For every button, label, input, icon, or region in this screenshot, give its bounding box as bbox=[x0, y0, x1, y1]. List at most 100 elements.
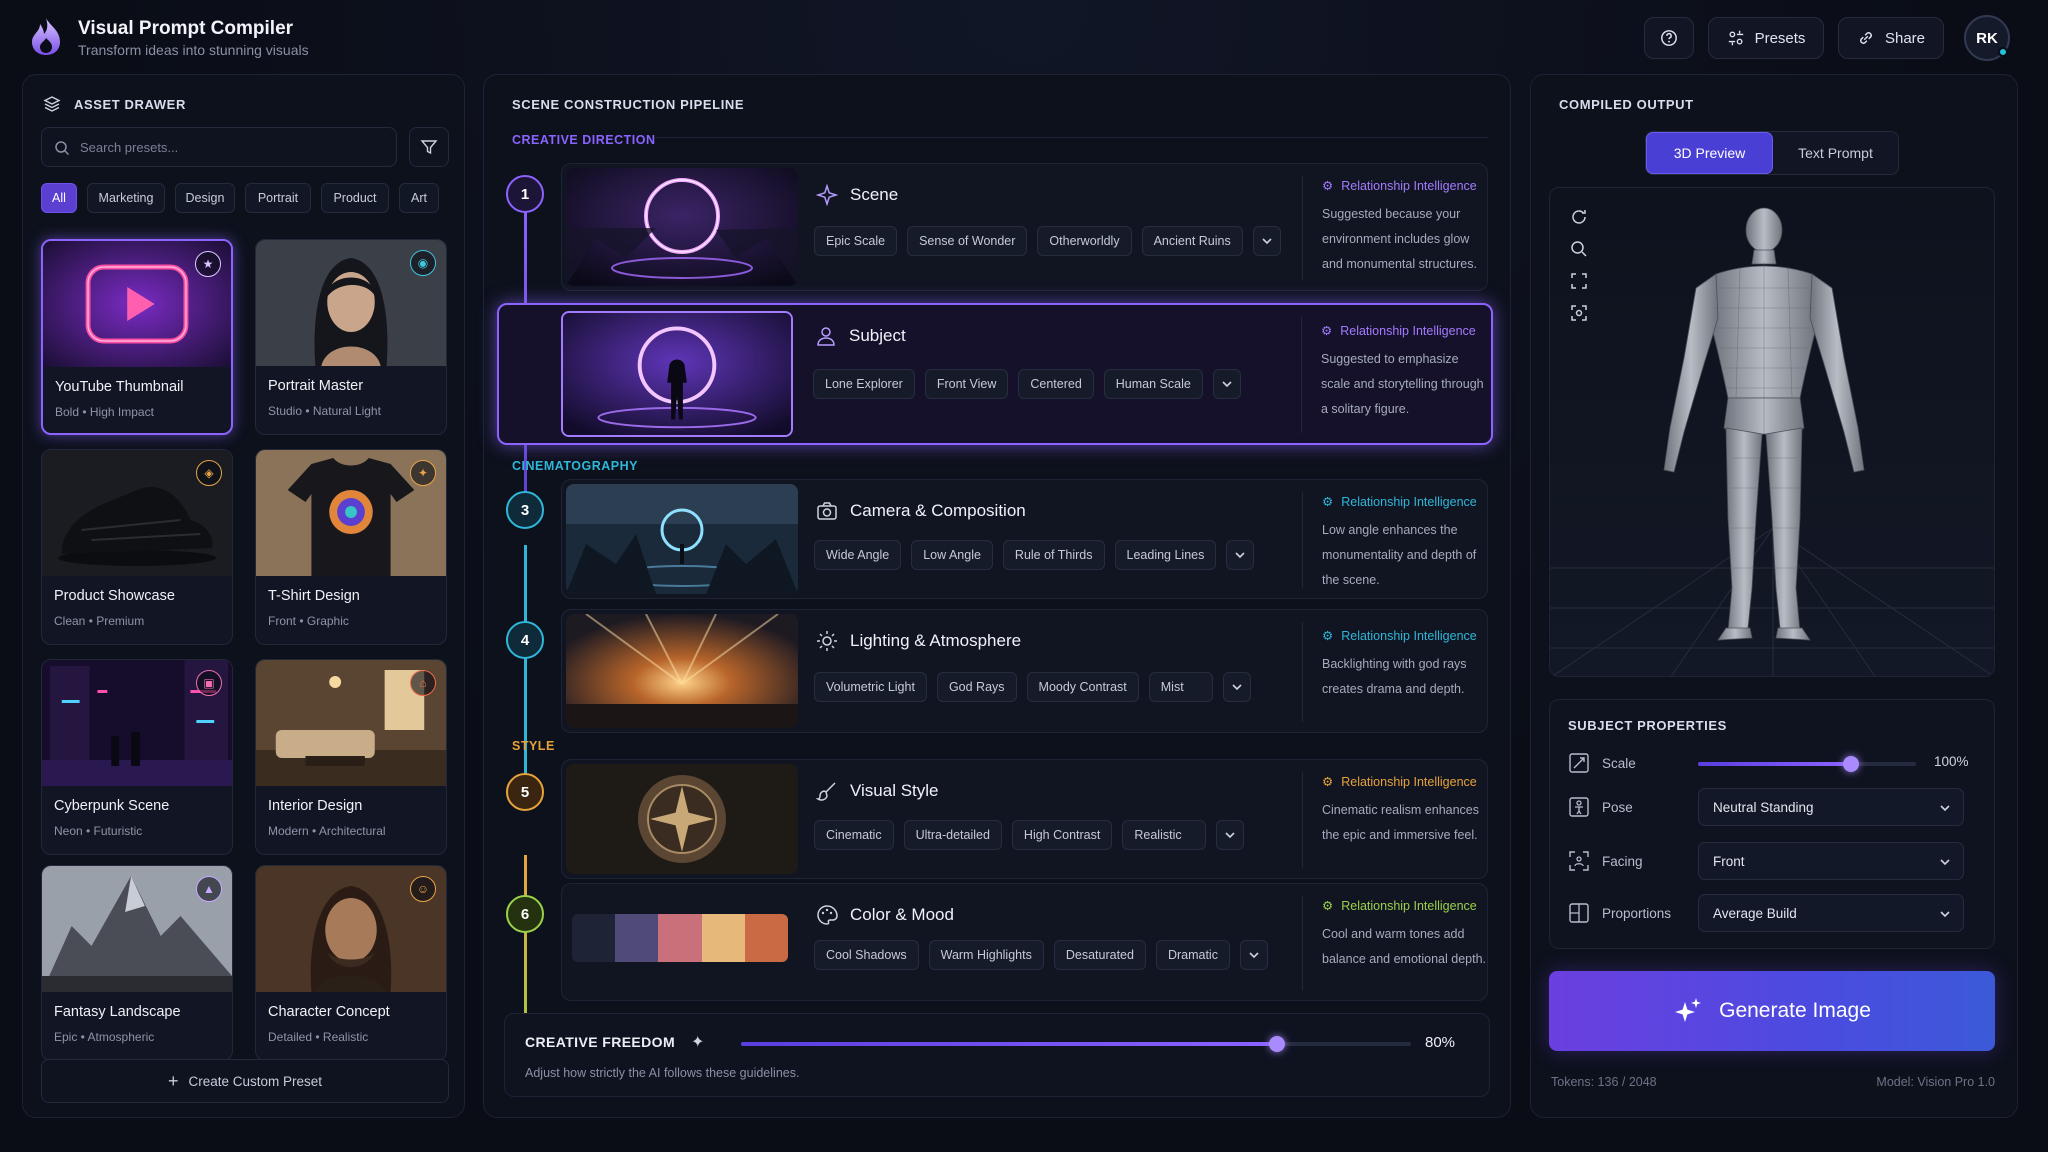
tag-chip[interactable]: High Contrast bbox=[1011, 820, 1113, 850]
preset-card-portrait-master[interactable]: ◉ Portrait Master Studio • Natural Light bbox=[255, 239, 447, 435]
preset-card-cyberpunk-scene[interactable]: ▣ Cyberpunk Scene Neon • Futuristic bbox=[41, 659, 233, 855]
tag-chip[interactable]: Volumetric Light bbox=[814, 672, 927, 702]
tag-chip[interactable]: Dramatic bbox=[1155, 940, 1230, 970]
mountain-icon: ▲ bbox=[196, 876, 222, 902]
filter-icon bbox=[420, 140, 438, 155]
tag-chip[interactable]: Front View bbox=[924, 369, 1009, 399]
tag-chip[interactable]: Ultra-detailed bbox=[903, 820, 1002, 850]
pipeline-step-subject[interactable]: Subject Lone Explorer Front View Centere… bbox=[497, 303, 1544, 445]
pipeline-step-visual-style[interactable]: Visual Style Cinematic Ultra-detailed Hi… bbox=[561, 759, 1545, 879]
relationship-divider bbox=[1301, 317, 1302, 433]
3d-preview-viewport[interactable] bbox=[1549, 187, 1995, 677]
section-divider bbox=[654, 137, 1488, 138]
tags-dropdown-button[interactable] bbox=[1226, 540, 1255, 570]
tag-chip[interactable]: Desaturated bbox=[1053, 940, 1146, 970]
fullscreen-icon[interactable] bbox=[1564, 266, 1594, 296]
slider-handle[interactable] bbox=[1269, 1036, 1285, 1052]
compiled-output-panel: COMPILED OUTPUT 3D Preview Text Prompt S… bbox=[1530, 74, 2018, 1118]
filter-chip-marketing[interactable]: Marketing bbox=[87, 183, 165, 213]
proportions-select[interactable]: Average Build bbox=[1698, 894, 1964, 932]
preset-tags: Neon • Futuristic bbox=[54, 824, 143, 838]
tag-chip[interactable]: Cinematic bbox=[814, 820, 894, 850]
tag-chip[interactable]: Sense of Wonder bbox=[907, 226, 1028, 256]
filter-chip-all[interactable]: All bbox=[41, 183, 77, 213]
preset-card-interior-design[interactable]: ⌂ Interior Design Modern • Architectural bbox=[255, 659, 447, 855]
preset-search-input[interactable]: Search presets... bbox=[41, 127, 397, 167]
create-custom-preset-button[interactable]: + Create Custom Preset bbox=[41, 1059, 449, 1103]
timeline-track-cinema bbox=[524, 545, 527, 801]
chevron-down-icon bbox=[1222, 381, 1232, 388]
app-subtitle: Transform ideas into stunning visuals bbox=[78, 42, 309, 58]
preset-tags: Bold • High Impact bbox=[55, 405, 154, 419]
layers-icon bbox=[43, 96, 61, 112]
filter-chip-product[interactable]: Product bbox=[321, 183, 389, 213]
tags-dropdown-button[interactable] bbox=[1239, 940, 1268, 970]
preset-card-fantasy-landscape[interactable]: ▲ Fantasy Landscape Epic • Atmospheric bbox=[41, 865, 233, 1061]
tag-chip[interactable]: Rule of Thirds bbox=[1002, 540, 1105, 570]
preset-card-character-concept[interactable]: ☺ Character Concept Detailed • Realistic bbox=[255, 865, 447, 1061]
camera-icon: ◉ bbox=[410, 250, 436, 276]
subject-properties-panel: SUBJECT PROPERTIES Scale 100% Pose Neutr… bbox=[1549, 699, 1995, 949]
share-label: Share bbox=[1884, 29, 1926, 47]
generate-image-button[interactable]: Generate Image bbox=[1549, 971, 1995, 1051]
presets-button[interactable]: Presets bbox=[1708, 17, 1824, 59]
tag-chip[interactable]: Realistic bbox=[1122, 820, 1207, 850]
tag-chip[interactable]: Epic Scale bbox=[814, 226, 898, 256]
preset-name: Interior Design bbox=[268, 798, 363, 814]
palette-swatch bbox=[658, 914, 702, 962]
share-button[interactable]: Share bbox=[1838, 17, 1944, 59]
tag-chip[interactable]: Moody Contrast bbox=[1026, 672, 1139, 702]
tags-dropdown-button[interactable] bbox=[1222, 672, 1251, 702]
preset-card-tshirt-design[interactable]: ✦ T-Shirt Design Front • Graphic bbox=[255, 449, 447, 645]
tag-chip[interactable]: Mist bbox=[1148, 672, 1213, 702]
filter-chip-art[interactable]: Art bbox=[399, 183, 439, 213]
user-avatar[interactable]: RK bbox=[1964, 15, 2010, 61]
relationship-divider bbox=[1302, 622, 1303, 722]
tab-3d-preview[interactable]: 3D Preview bbox=[1646, 132, 1773, 174]
focus-icon[interactable] bbox=[1564, 298, 1594, 328]
facing-select[interactable]: Front bbox=[1698, 842, 1964, 880]
preset-name: T-Shirt Design bbox=[268, 588, 360, 604]
facing-row: Facing bbox=[1568, 850, 1643, 872]
filter-chip-portrait[interactable]: Portrait bbox=[245, 183, 311, 213]
slider-handle[interactable] bbox=[1842, 756, 1859, 772]
pose-select[interactable]: Neutral Standing bbox=[1698, 788, 1964, 826]
filter-chip-design[interactable]: Design bbox=[175, 183, 235, 213]
tag-chip[interactable]: God Rays bbox=[936, 672, 1017, 702]
tag-chip[interactable]: Leading Lines bbox=[1114, 540, 1217, 570]
gear-icon: ⚙ bbox=[1322, 629, 1334, 643]
chevron-down-icon bbox=[1232, 684, 1242, 691]
creative-freedom-slider[interactable] bbox=[741, 1036, 1411, 1052]
scale-row: Scale bbox=[1568, 752, 1636, 774]
tags-dropdown-button[interactable] bbox=[1252, 226, 1281, 256]
zoom-icon[interactable] bbox=[1564, 234, 1594, 264]
pipeline-step-scene[interactable]: Scene Epic Scale Sense of Wonder Otherwo… bbox=[561, 163, 1545, 291]
tab-text-prompt[interactable]: Text Prompt bbox=[1773, 132, 1898, 174]
tag-chip[interactable]: Otherworldly bbox=[1037, 226, 1132, 256]
tag-chip[interactable]: Warm Highlights bbox=[928, 940, 1044, 970]
rotate-icon[interactable] bbox=[1564, 202, 1594, 232]
preset-card-product-showcase[interactable]: ◈ Product Showcase Clean • Premium bbox=[41, 449, 233, 645]
preset-card-youtube-thumbnail[interactable]: ★ YouTube Thumbnail Bold • High Impact bbox=[41, 239, 233, 435]
tag-chip[interactable]: Low Angle bbox=[911, 540, 993, 570]
step-number-3: 3 bbox=[506, 491, 544, 529]
tag-chip[interactable]: Centered bbox=[1018, 369, 1094, 399]
help-button[interactable] bbox=[1644, 17, 1694, 59]
tag-chip[interactable]: Lone Explorer bbox=[813, 369, 915, 399]
tag-chip[interactable]: Human Scale bbox=[1103, 369, 1203, 399]
tag-chip[interactable]: Wide Angle bbox=[814, 540, 902, 570]
tags-dropdown-button[interactable] bbox=[1216, 820, 1245, 850]
pipeline-step-camera[interactable]: Camera & Composition Wide Angle Low Angl… bbox=[561, 479, 1545, 599]
pipeline-step-lighting[interactable]: Lighting & Atmosphere Volumetric Light G… bbox=[561, 609, 1545, 733]
tag-chip[interactable]: Cool Shadows bbox=[814, 940, 919, 970]
filter-button[interactable] bbox=[409, 127, 449, 167]
pipeline-step-color-mood[interactable]: Color & Mood Cool Shadows Warm Highlight… bbox=[561, 883, 1545, 1001]
tag-chip[interactable]: Ancient Ruins bbox=[1141, 226, 1243, 256]
user-icon bbox=[817, 327, 835, 346]
relationship-label-text: Relationship Intelligence bbox=[1341, 774, 1477, 789]
creative-freedom-value: 80% bbox=[1425, 1034, 1456, 1051]
tags-dropdown-button[interactable] bbox=[1212, 369, 1241, 399]
scale-slider[interactable] bbox=[1698, 756, 1916, 772]
step-title-text: Subject bbox=[849, 326, 906, 345]
step-number-1: 1 bbox=[506, 175, 544, 213]
